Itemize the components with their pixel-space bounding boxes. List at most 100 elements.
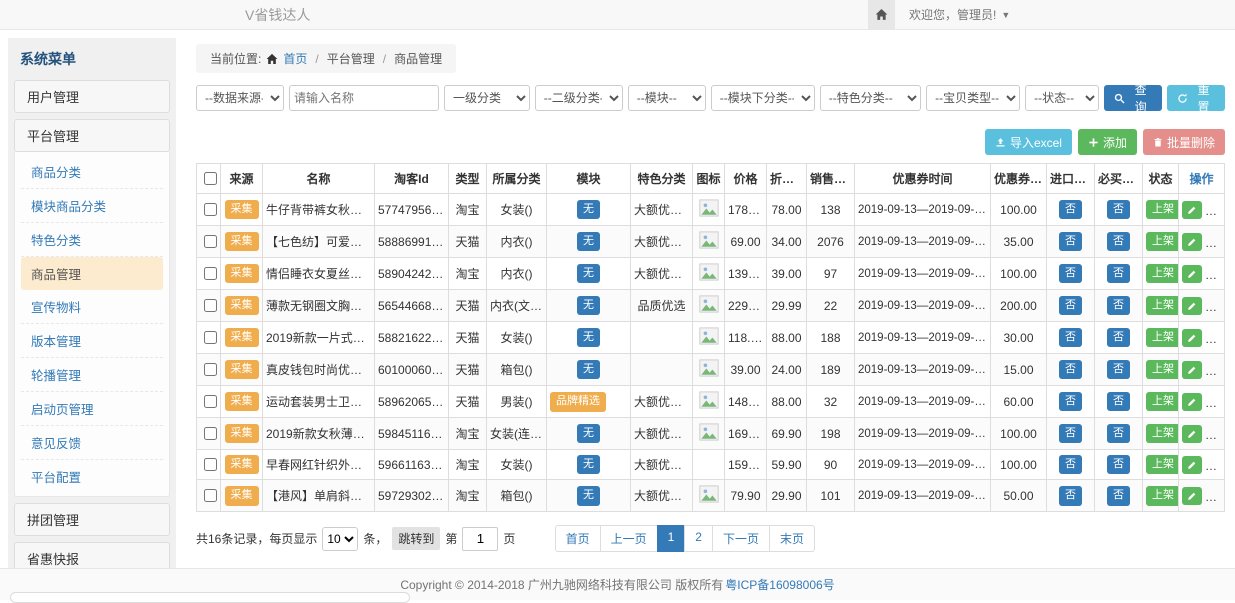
sidebar-subitem-goods-mgmt[interactable]: 商品管理 — [21, 257, 163, 290]
row-checkbox[interactable] — [204, 299, 217, 312]
sidebar-subitem-platform-config[interactable]: 平台配置 — [21, 460, 163, 493]
row-checkbox[interactable] — [204, 203, 217, 216]
edit-button[interactable] — [1182, 393, 1202, 411]
status-badge[interactable]: 上架 — [1146, 486, 1179, 505]
status-badge[interactable]: 上架 — [1146, 296, 1179, 315]
status-badge[interactable]: 上架 — [1146, 264, 1179, 283]
sidebar-subitem-carousel-mgmt[interactable]: 轮播管理 — [21, 358, 163, 392]
pagination-last[interactable]: 末页 — [769, 525, 815, 552]
import-select-toggle[interactable]: 否 — [1059, 200, 1082, 219]
user-menu[interactable]: 欢迎您，管理员! ▼ — [909, 6, 1010, 23]
price-cell: 39.00 — [725, 354, 767, 386]
sidebar-subitem-module-goods-category[interactable]: 模块商品分类 — [21, 189, 163, 223]
page-number-input[interactable] — [462, 527, 498, 551]
edit-button[interactable] — [1182, 361, 1202, 379]
edit-button[interactable] — [1182, 265, 1202, 283]
breadcrumb-home-link[interactable]: 首页 — [283, 50, 307, 67]
coupon-amount-cell: 50.00 — [991, 480, 1047, 512]
status-badge[interactable]: 上架 — [1146, 360, 1179, 379]
edit-button[interactable] — [1182, 425, 1202, 443]
import-select-toggle[interactable]: 否 — [1059, 486, 1082, 505]
row-checkbox[interactable] — [204, 458, 217, 471]
must-buy-toggle[interactable]: 否 — [1107, 424, 1130, 443]
filter-select-status[interactable]: --状态-- — [1025, 85, 1099, 111]
row-checkbox[interactable] — [204, 235, 217, 248]
pagination-first[interactable]: 首页 — [555, 525, 601, 552]
breadcrumb-prefix: 当前位置: — [210, 50, 261, 67]
filter-select-module-sub-category[interactable]: --模块下分类-- — [711, 85, 815, 111]
sidebar-subitem-goods-category[interactable]: 商品分类 — [21, 155, 163, 189]
icp-link[interactable]: 粤ICP备16098006号 — [725, 576, 834, 593]
sidebar-item-group-buy-mgmt[interactable]: 拼团管理 — [14, 503, 170, 536]
import-excel-button[interactable]: 导入excel — [985, 129, 1072, 155]
select-cell — [197, 194, 221, 226]
batch-delete-button[interactable]: 批量删除 — [1143, 129, 1225, 155]
import-select-toggle[interactable]: 否 — [1059, 455, 1082, 474]
must-buy-toggle[interactable]: 否 — [1107, 392, 1130, 411]
row-checkbox[interactable] — [204, 267, 217, 280]
must-buy-toggle[interactable]: 否 — [1107, 200, 1130, 219]
sidebar-item-platform-mgmt[interactable]: 平台管理 — [14, 119, 170, 152]
edit-button[interactable] — [1182, 233, 1202, 251]
must-buy-toggle[interactable]: 否 — [1107, 232, 1130, 251]
pagination-prev[interactable]: 上一页 — [600, 525, 658, 552]
must-buy-toggle[interactable]: 否 — [1107, 455, 1130, 474]
import-select-toggle[interactable]: 否 — [1059, 360, 1082, 379]
status-badge[interactable]: 上架 — [1146, 200, 1179, 219]
home-button[interactable] — [868, 0, 895, 29]
must-buy-toggle[interactable]: 否 — [1107, 328, 1130, 347]
edit-button[interactable] — [1182, 201, 1202, 219]
filter-select-feature-category[interactable]: --特色分类-- — [820, 85, 921, 111]
status-badge[interactable]: 上架 — [1146, 455, 1179, 474]
status-badge[interactable]: 上架 — [1146, 424, 1179, 443]
pagination-page-1[interactable]: 1 — [657, 525, 686, 552]
edit-button[interactable] — [1182, 456, 1202, 474]
sidebar-subitem-promo-material[interactable]: 宣传物料 — [21, 290, 163, 324]
per-page-select[interactable]: 10 — [322, 527, 358, 551]
must-buy-toggle[interactable]: 否 — [1107, 264, 1130, 283]
must-buy-toggle[interactable]: 否 — [1107, 296, 1130, 315]
edit-button[interactable] — [1182, 329, 1202, 347]
sidebar-subitem-version-mgmt[interactable]: 版本管理 — [21, 324, 163, 358]
jump-button[interactable]: 跳转到 — [392, 527, 440, 550]
pagination-next[interactable]: 下一页 — [712, 525, 770, 552]
import-select-toggle[interactable]: 否 — [1059, 296, 1082, 315]
filter-select-data-source[interactable]: --数据来源-- — [196, 85, 284, 111]
filter-select-level2-category[interactable]: --二级分类-- — [535, 85, 623, 111]
import-select-toggle[interactable]: 否 — [1059, 392, 1082, 411]
select-all-checkbox[interactable] — [204, 172, 217, 185]
search-button[interactable]: 查询 — [1104, 85, 1162, 111]
must-buy-toggle[interactable]: 否 — [1107, 486, 1130, 505]
row-checkbox[interactable] — [204, 395, 217, 408]
sidebar-item-express-news[interactable]: 省惠快报 — [14, 542, 170, 568]
edit-button[interactable] — [1182, 487, 1202, 505]
status-badge[interactable]: 上架 — [1146, 232, 1179, 251]
status-badge[interactable]: 上架 — [1146, 328, 1179, 347]
sidebar-subitem-splash-mgmt[interactable]: 启动页管理 — [21, 392, 163, 426]
status-badge[interactable]: 上架 — [1146, 392, 1179, 411]
filter-select-module[interactable]: --模块-- — [628, 85, 706, 111]
must-buy-toggle[interactable]: 否 — [1107, 360, 1130, 379]
sidebar-subitem-feedback[interactable]: 意见反馈 — [21, 426, 163, 460]
name-search-input[interactable] — [289, 85, 439, 111]
sidebar-item-user-mgmt[interactable]: 用户管理 — [14, 80, 170, 113]
pagination-page-2[interactable]: 2 — [684, 525, 713, 552]
import-select-toggle[interactable]: 否 — [1059, 264, 1082, 283]
coupon-amount-cell: 100.00 — [991, 418, 1047, 450]
edit-button[interactable] — [1182, 297, 1202, 315]
filter-select-item-type[interactable]: --宝贝类型-- — [926, 85, 1020, 111]
import-select-toggle[interactable]: 否 — [1059, 232, 1082, 251]
breadcrumb-item: 商品管理 — [394, 50, 442, 67]
row-checkbox[interactable] — [204, 427, 217, 440]
sidebar-subitem-feature-category[interactable]: 特色分类 — [21, 223, 163, 257]
product-thumbnail — [699, 391, 719, 409]
filter-select-level1-category[interactable]: 一级分类 — [444, 85, 530, 111]
row-checkbox[interactable] — [204, 489, 217, 502]
import-select-toggle[interactable]: 否 — [1059, 424, 1082, 443]
reset-button[interactable]: 重置 — [1167, 85, 1225, 111]
row-checkbox[interactable] — [204, 363, 217, 376]
row-checkbox[interactable] — [204, 331, 217, 344]
import-select-toggle[interactable]: 否 — [1059, 328, 1082, 347]
add-button[interactable]: 添加 — [1078, 129, 1137, 155]
pagination-bar: 共16条记录，每页显示 10 条， 跳转到 第 页 首页上一页12下一页末页 — [196, 525, 1225, 552]
